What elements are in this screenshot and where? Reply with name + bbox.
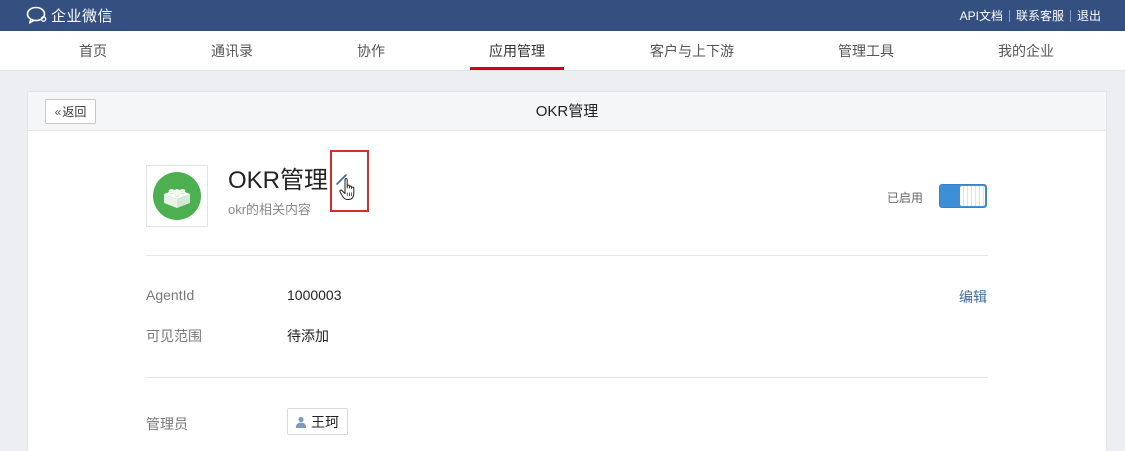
divider <box>146 377 988 378</box>
admin-name: 王珂 <box>311 413 339 430</box>
nav-my-company[interactable]: 我的企业 <box>998 31 1054 71</box>
nav-contacts[interactable]: 通讯录 <box>211 31 253 71</box>
chat-bubble-icon <box>26 6 47 24</box>
edit-link[interactable]: 编辑 <box>959 287 987 307</box>
nav-app-management[interactable]: 应用管理 <box>489 31 545 71</box>
agentid-value: 1000003 <box>287 287 342 303</box>
admin-label: 管理员 <box>146 416 188 432</box>
app-detail-card: OKR管理 « 返回 OKR管理 okr的相关内容 已启用 AgentId 10… <box>27 91 1107 451</box>
logout-link[interactable]: 退出 <box>1071 7 1107 24</box>
nav-collaboration[interactable]: 协作 <box>357 31 385 71</box>
app-name: OKR管理 <box>228 167 329 194</box>
page-title: OKR管理 <box>535 103 599 120</box>
toggle-knob <box>960 186 985 206</box>
card-header: OKR管理 « 返回 <box>28 92 1106 131</box>
top-links: API文档 联系客服 退出 <box>954 0 1107 31</box>
app-icon <box>146 165 208 227</box>
highlight-annotation <box>330 150 369 212</box>
double-chevron-left-icon: « <box>54 104 62 119</box>
wecom-logo[interactable]: 企业微信 <box>26 5 113 25</box>
contact-support-link[interactable]: 联系客服 <box>1010 7 1070 24</box>
top-bar: 企业微信 API文档 联系客服 退出 <box>0 0 1125 31</box>
active-tab-indicator <box>470 67 564 70</box>
enabled-status-label: 已启用 <box>887 191 924 205</box>
back-button[interactable]: « 返回 <box>45 99 96 124</box>
visible-scope-value: 待添加 <box>287 328 329 344</box>
logo-text: 企业微信 <box>51 7 114 25</box>
lego-brick-icon <box>153 172 201 220</box>
enable-toggle[interactable] <box>939 184 987 208</box>
back-label: 返回 <box>62 105 87 119</box>
nav-home[interactable]: 首页 <box>79 31 107 71</box>
user-icon <box>295 416 307 428</box>
admin-chip[interactable]: 王珂 <box>287 408 348 435</box>
nav-admin-tools[interactable]: 管理工具 <box>838 31 894 71</box>
visible-scope-label: 可见范围 <box>146 328 202 344</box>
main-nav: 首页 通讯录 协作 应用管理 客户与上下游 管理工具 我的企业 <box>0 31 1125 71</box>
nav-customers[interactable]: 客户与上下游 <box>650 31 734 71</box>
app-description: okr的相关内容 <box>228 202 312 217</box>
agentid-label: AgentId <box>146 287 195 303</box>
api-docs-link[interactable]: API文档 <box>954 7 1009 24</box>
divider <box>146 255 988 256</box>
